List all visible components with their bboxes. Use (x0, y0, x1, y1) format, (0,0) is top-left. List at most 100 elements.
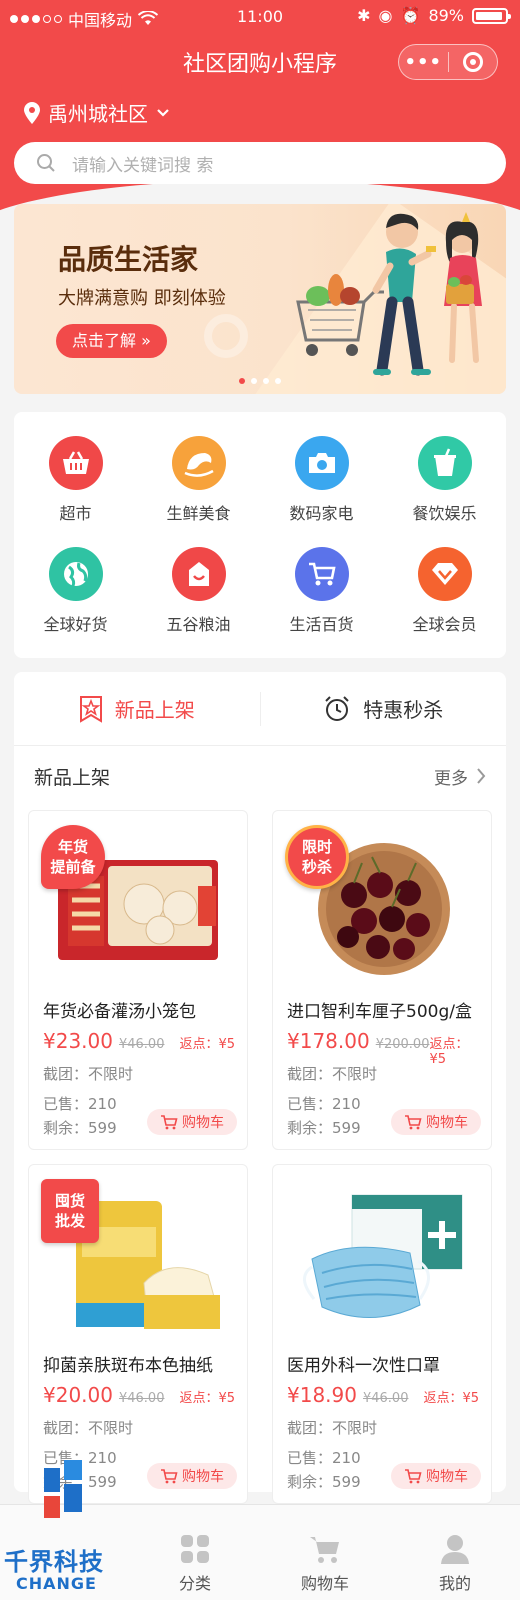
product-card[interactable]: 医用外科一次性口罩 ¥18.90 ¥46.00 返点：¥5 截团：不限时 已售：… (272, 1164, 492, 1504)
grid-icon (181, 1535, 209, 1563)
category-digital[interactable]: 数码家电 (260, 424, 383, 535)
original-price: ¥200.00 (375, 1037, 430, 1052)
category-global-members[interactable]: 全球会员 (383, 535, 506, 646)
category-supermarket[interactable]: 超市 (14, 424, 137, 535)
category-fresh-food[interactable]: 生鲜美食 (137, 424, 260, 535)
category-dining[interactable]: 餐饮娱乐 (383, 424, 506, 535)
cart-icon (161, 1115, 178, 1130)
product-name: 医用外科一次性口罩 (287, 1356, 440, 1376)
original-price: ¥46.00 (118, 1391, 165, 1406)
diamond-icon (417, 546, 472, 601)
cart-icon (310, 1537, 339, 1563)
original-price: ¥46.00 (362, 1391, 409, 1406)
add-to-cart-label: 购物车 (426, 1115, 468, 1131)
banner-pagination (14, 378, 506, 384)
promo-badge: 限时 秒杀 (285, 825, 349, 889)
camera-icon (294, 435, 349, 490)
more-label: 更多 (434, 768, 468, 789)
battery-icon (472, 7, 511, 24)
rebate-label: 返点：¥5 (179, 1391, 235, 1406)
price-row: ¥20.00 ¥46.00 返点：¥5 (43, 1383, 235, 1407)
tab-flash-sale[interactable]: 特惠秒杀 (261, 694, 507, 723)
globe-icon (48, 546, 103, 601)
cart-icon (405, 1469, 422, 1484)
add-to-cart-button[interactable]: 购物车 (147, 1109, 237, 1135)
category-grain-oil[interactable]: 五谷粮油 (137, 535, 260, 646)
watermark-text: 千界科技 (4, 1548, 104, 1576)
add-to-cart-button[interactable]: 购物车 (147, 1463, 237, 1489)
add-to-cart-label: 购物车 (426, 1469, 468, 1485)
section-header: 新品上架 更多 (14, 746, 506, 806)
add-to-cart-button[interactable]: 购物车 (391, 1463, 481, 1489)
product-card[interactable]: 限时 秒杀 进口智利车厘子500g/盒 ¥178.00 ¥200.00 返点：¥5… (272, 810, 492, 1150)
product-price: ¥20.00 (43, 1383, 113, 1407)
category-grid: 超市 生鲜美食 数码家电 餐饮娱乐 全球好货 五谷粮油 生活百货 全球会员 (14, 412, 506, 658)
cart-icon (294, 546, 349, 601)
battery-percent: 89% (428, 6, 464, 25)
more-dots-icon[interactable]: ••• (399, 52, 448, 73)
tab-bar-label: 购物车 (300, 1574, 349, 1593)
category-label: 数码家电 (289, 503, 354, 523)
watermark-logo: 千界科技 CHANGE (0, 1450, 130, 1600)
deadline-label: 截团：不限时 (287, 1419, 378, 1437)
tab-bar-label: 我的 (438, 1574, 471, 1593)
tab-label: 新品上架 (114, 698, 195, 722)
stock-label: 剩余：599 (287, 1119, 361, 1137)
watermark-mark-icon (44, 1460, 82, 1518)
product-image: 年货 提前备 (29, 811, 247, 981)
product-name: 年货必备灌汤小笼包 (43, 1002, 196, 1022)
category-global-goods[interactable]: 全球好货 (14, 535, 137, 646)
category-daily-goods[interactable]: 生活百货 (260, 535, 383, 646)
banner-subtitle: 大牌满意购 即刻体验 (58, 288, 226, 309)
drink-cup-icon (417, 435, 472, 490)
seafood-icon (171, 435, 226, 490)
sold-label: 已售：210 (43, 1095, 117, 1113)
banner-title: 品质生活家 (58, 243, 199, 276)
product-image: 限时 秒杀 (273, 811, 491, 981)
add-to-cart-label: 购物车 (182, 1115, 224, 1131)
shopping-couple-illustration (296, 212, 482, 376)
category-label: 生活百货 (289, 614, 354, 634)
tab-profile[interactable]: 我的 (390, 1505, 520, 1600)
product-price: ¥18.90 (287, 1383, 357, 1407)
search-icon (37, 154, 55, 172)
add-to-cart-label: 购物车 (182, 1469, 224, 1485)
banner-learn-more-button[interactable]: 点击了解 » (56, 324, 167, 358)
promo-badge: 囤货 批发 (41, 1179, 99, 1243)
watermark-subtext: CHANGE (16, 1574, 97, 1593)
more-link[interactable]: 更多 (434, 764, 486, 789)
basket-icon (48, 435, 103, 490)
tab-new-arrivals[interactable]: 新品上架 (14, 694, 260, 723)
target-icon[interactable] (449, 52, 498, 72)
search-input[interactable]: 请输入关键词搜 索 (14, 142, 506, 184)
category-label: 生鲜美食 (166, 503, 231, 523)
promo-badge: 年货 提前备 (41, 825, 105, 889)
tab-cart[interactable]: 购物车 (260, 1505, 390, 1600)
price-row: ¥18.90 ¥46.00 返点：¥5 (287, 1383, 479, 1407)
deadline-label: 截团：不限时 (43, 1419, 134, 1437)
product-card[interactable]: 年货 提前备 年货必备灌汤小笼包 ¥23.00 ¥46.00 返点：¥5 截团：不… (28, 810, 248, 1150)
alarm-icon: ⏰ (400, 6, 421, 25)
product-tabs: 新品上架 特惠秒杀 (14, 672, 506, 746)
product-image: 囤货 批发 (29, 1165, 247, 1335)
rebate-label: 返点：¥5 (179, 1037, 235, 1052)
tab-bar-label: 分类 (178, 1574, 211, 1593)
add-to-cart-button[interactable]: 购物车 (391, 1109, 481, 1135)
banner-ring-decoration (204, 314, 248, 358)
price-row: ¥23.00 ¥46.00 返点：¥5 (43, 1029, 235, 1053)
tab-category[interactable]: 分类 (130, 1505, 260, 1600)
location-selector[interactable]: 禹州城社区 (24, 98, 170, 127)
tab-label: 特惠秒杀 (363, 698, 444, 722)
category-label: 超市 (59, 503, 92, 523)
sold-label: 已售：210 (287, 1095, 361, 1113)
category-label: 全球会员 (412, 614, 477, 634)
sold-label: 已售：210 (287, 1449, 361, 1467)
deadline-label: 截团：不限时 (287, 1065, 378, 1083)
chevron-down-icon (157, 108, 169, 117)
stock-label: 剩余：599 (43, 1119, 117, 1137)
promo-banner[interactable]: 品质生活家 大牌满意购 即刻体验 点击了解 » (14, 204, 506, 394)
product-name: 抑菌亲肤斑布本色抽纸 (43, 1356, 213, 1376)
star-badge-icon (79, 695, 102, 723)
cart-icon (161, 1469, 178, 1484)
alarm-clock-icon (325, 695, 349, 721)
